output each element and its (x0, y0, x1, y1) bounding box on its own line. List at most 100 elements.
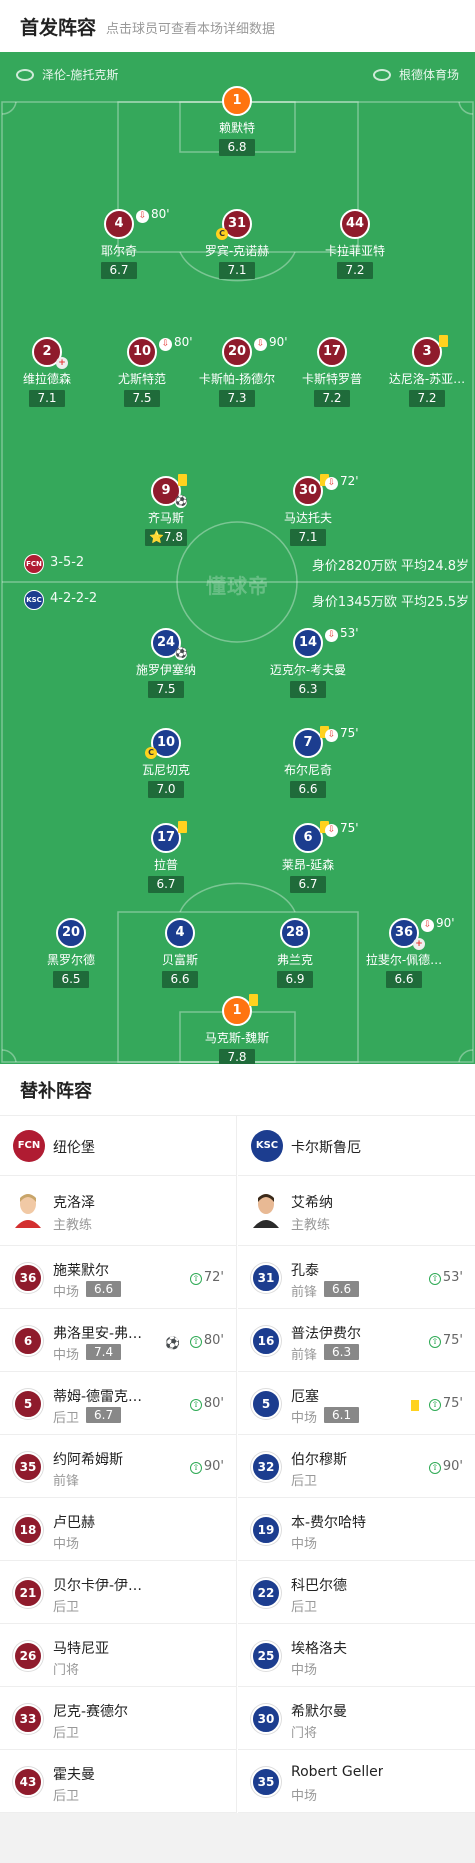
sub-row[interactable]: 25 埃格洛夫 中场 (238, 1624, 475, 1687)
sub-player-name: 普法伊费尔 (291, 1326, 361, 1342)
shirt-number: 4 (104, 209, 134, 239)
shirt-number: 4 (165, 918, 195, 948)
player-home-5[interactable]: 10 ⇩ 80' 尤斯特范 7.5 (87, 335, 197, 407)
shirt-number: 32 (251, 1452, 281, 1482)
sub-out-indicator: ⇩ 72' (325, 474, 359, 490)
shirt-number: 30 (251, 1704, 281, 1734)
home-crest-icon: FCN (13, 1130, 45, 1162)
player-home-0[interactable]: 1 赖默特 6.8 (182, 86, 292, 156)
sub-row[interactable]: 5 厄塞 中场 6.1 ⇧ 75' (238, 1372, 475, 1435)
shirt-number: 6 (293, 821, 329, 853)
sub-row[interactable]: 19 本-费尔哈特 中场 (238, 1498, 475, 1561)
captain-icon: C (145, 747, 157, 759)
player-home-8[interactable]: 3 达尼洛-苏亚… 7.2 (372, 335, 475, 407)
shirt-number: 43 (13, 1767, 43, 1797)
home-subs-column: FCN 纽伦堡 克洛泽 主教练 36 施莱默尔 中场 6.6 ⇧ 72' 6 弗洛里安-弗… 中… (0, 1116, 237, 1813)
sub-out-indicator: ⇩ 53' (325, 626, 359, 642)
player-away-2[interactable]: 10 C 瓦尼切克 7.0 (111, 728, 221, 798)
player-away-9[interactable]: 36 + ⇩ 90' 拉斐尔-佩德… 6.6 (349, 916, 459, 988)
sub-in-indicator: ⇧ 75' (428, 1396, 463, 1411)
sub-player-position: 中场 (53, 1348, 80, 1363)
sub-row[interactable]: 32 伯尔穆斯 后卫 ⇧ 90' (238, 1435, 475, 1498)
shirt-number: 21 (13, 1578, 43, 1608)
player-home-1[interactable]: 4 ⇩ 80' 耶尔奇 6.7 (64, 207, 174, 279)
goal-ball-icon: ⚽ (175, 496, 188, 508)
sub-row[interactable]: 5 蒂姆-德雷克… 后卫 6.7 ⇧ 80' (0, 1372, 236, 1435)
player-home-6[interactable]: 20 ⇩ 90' 卡斯帕-扬德尔 7.3 (182, 335, 292, 407)
player-away-1[interactable]: 14 ⇩ 53' 迈克尔-考夫曼 6.3 (253, 626, 363, 698)
sub-row[interactable]: 43 霍夫曼 后卫 (0, 1750, 236, 1813)
player-rating: 6.7 (290, 876, 326, 893)
player-away-10[interactable]: 1 马克斯-魏斯 7.8 (182, 994, 292, 1064)
sub-row[interactable]: 30 希默尔曼 门将 (238, 1687, 475, 1750)
coach-avatar (253, 1194, 279, 1228)
sub-row[interactable]: 33 尼克-赛德尔 后卫 (0, 1687, 236, 1750)
sub-row[interactable]: 6 弗洛里安-弗… 中场 7.4 ⇧ 80' ⚽ (0, 1309, 236, 1372)
sub-row[interactable]: 36 施莱默尔 中场 6.6 ⇧ 72' (0, 1246, 236, 1309)
player-away-3[interactable]: 7 ⇩ 75' 布尔尼奇 6.6 (253, 726, 363, 798)
sub-row[interactable]: 16 普法伊费尔 前锋 6.3 ⇧ 75' (238, 1309, 475, 1372)
sub-row[interactable]: 22 科巴尔德 后卫 (238, 1561, 475, 1624)
player-rating: 7.5 (148, 681, 184, 698)
sub-in-indicator: ⇧ 80' (189, 1396, 224, 1411)
shirt-number: 36 + (389, 918, 425, 950)
player-away-0[interactable]: 24 ⚽ 施罗伊塞纳 7.5 (111, 628, 221, 698)
sub-row[interactable]: 35 Robert Geller 中场 (238, 1750, 475, 1813)
sub-in-icon: ⇧ (189, 1462, 202, 1474)
sub-out-indicator: ⇩ 90' (421, 916, 455, 932)
injury-icon: + (413, 938, 425, 950)
player-away-8[interactable]: 28 弗兰克 6.9 (240, 918, 350, 988)
home-team-stats: 身价2820万欧 平均24.8岁 (311, 559, 469, 574)
player-home-7[interactable]: 17 卡斯特罗普 7.2 (277, 337, 387, 407)
sub-player-name: 卢巴赫 (53, 1515, 95, 1531)
shirt-number: 44 (340, 209, 370, 239)
player-away-4[interactable]: 17 拉普 6.7 (111, 821, 221, 893)
player-name: 卡拉菲亚特 (324, 244, 385, 258)
away-team-stats: 身价1345万欧 平均25.5岁 (311, 595, 469, 610)
player-name: 施罗伊塞纳 (135, 663, 196, 677)
captain-icon: C (216, 228, 228, 240)
player-name: 尤斯特范 (117, 372, 166, 386)
sub-row[interactable]: 21 贝尔卡伊-伊… 后卫 (0, 1561, 236, 1624)
sub-row[interactable]: 26 马特尼亚 门将 (0, 1624, 236, 1687)
player-away-6[interactable]: 20 黑罗尔德 6.5 (16, 918, 126, 988)
yellow-card-icon (178, 474, 187, 486)
player-home-3[interactable]: 44 卡拉菲亚特 7.2 (300, 209, 410, 279)
player-rating: 7.3 (219, 390, 255, 407)
sub-player-name: 蒂姆-德雷克… (53, 1389, 143, 1405)
away-team-name: 卡尔斯鲁厄 (291, 1140, 361, 1156)
player-home-2[interactable]: 31 C 罗宾-克诺赫 7.1 (182, 209, 292, 279)
page-footer (0, 1813, 475, 1863)
sub-player-rating: 6.7 (86, 1407, 122, 1423)
shirt-number: 25 (251, 1641, 281, 1671)
player-rating: 7.2 (337, 262, 373, 279)
sub-row[interactable]: 18 卢巴赫 中场 (0, 1498, 236, 1561)
player-home-9[interactable]: 9 ⚽ 齐马斯 ⭐7.8 (111, 474, 221, 546)
shirt-number: 10 C (145, 728, 181, 759)
player-home-10[interactable]: 30 ⇩ 72' 马达托夫 7.1 (253, 474, 363, 546)
sub-player-position: 中场 (291, 1411, 318, 1426)
player-away-5[interactable]: 6 ⇩ 75' 莱昂-延森 6.7 (253, 821, 363, 893)
sub-in-icon: ⇧ (189, 1336, 202, 1348)
player-away-7[interactable]: 4 贝富斯 6.6 (125, 918, 235, 988)
away-coach-row[interactable]: 艾希纳 主教练 (238, 1176, 475, 1246)
sub-out-icon: ⇩ (254, 338, 267, 351)
shirt-number: 35 (251, 1767, 281, 1797)
home-team-row[interactable]: FCN 纽伦堡 (0, 1116, 236, 1176)
shirt-number: 18 (13, 1515, 43, 1545)
sub-row[interactable]: 35 约阿希姆斯 前锋 ⇧ 90' (0, 1435, 236, 1498)
sub-player-position: 前锋 (53, 1474, 80, 1489)
sub-player-name: 施莱默尔 (53, 1263, 109, 1279)
shirt-number: 7 (293, 726, 329, 758)
sub-row[interactable]: 31 孔泰 前锋 6.6 ⇧ 53' (238, 1246, 475, 1309)
sub-player-position: 中场 (291, 1789, 318, 1804)
sub-player-name: 伯尔穆斯 (291, 1452, 347, 1468)
player-name: 卡斯特罗普 (301, 372, 362, 386)
away-team-row[interactable]: KSC 卡尔斯鲁厄 (238, 1116, 475, 1176)
away-club-icon: KSC (24, 590, 44, 610)
away-venue-label: 根德体育场 (398, 68, 459, 82)
sub-player-rating: 7.4 (86, 1344, 122, 1360)
page-title: 首发阵容 (20, 16, 97, 39)
home-coach-row[interactable]: 克洛泽 主教练 (0, 1176, 236, 1246)
player-name: 莱昂-延森 (281, 858, 335, 872)
